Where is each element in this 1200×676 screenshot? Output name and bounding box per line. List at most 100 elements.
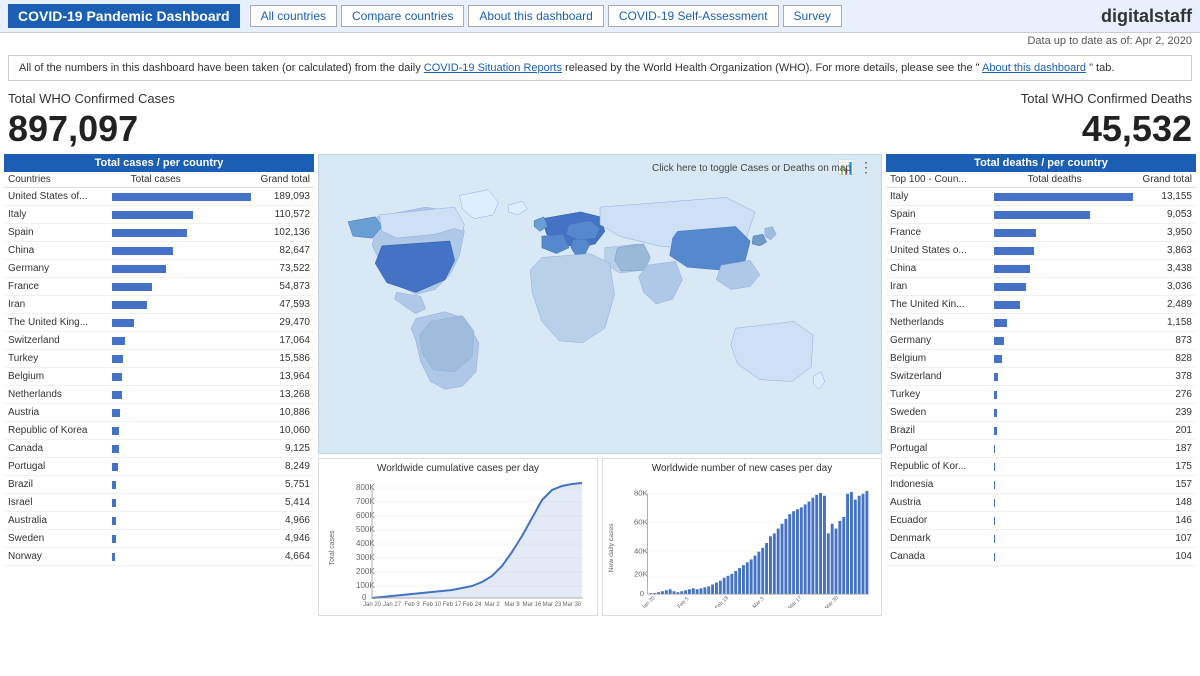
info-link-about[interactable]: About this dashboard [982, 62, 1086, 74]
country-name: Portugal [8, 461, 108, 472]
death-value: 3,950 [1137, 227, 1192, 238]
table-row: Belgium 828 [886, 350, 1196, 368]
svg-text:600K: 600K [356, 511, 375, 520]
country-name: Turkey [890, 389, 990, 400]
case-value: 5,751 [255, 479, 310, 490]
tab-survey[interactable]: Survey [783, 5, 842, 27]
svg-text:Feb 10: Feb 10 [423, 602, 442, 608]
table-row: Netherlands 1,158 [886, 314, 1196, 332]
table-row: Turkey 15,586 [4, 350, 314, 368]
left-table-col-headers: Countries Total cases Grand total [4, 172, 314, 188]
svg-text:Mar 2: Mar 2 [484, 602, 500, 608]
info-text-mid: released by the World Health Organizatio… [565, 62, 980, 74]
case-value: 82,647 [255, 245, 310, 256]
tab-about[interactable]: About this dashboard [468, 5, 603, 27]
bar-inner [994, 535, 995, 543]
bar-inner [112, 229, 187, 237]
death-value: 3,438 [1137, 263, 1192, 274]
country-name: United States of... [8, 191, 108, 202]
svg-text:200K: 200K [356, 567, 375, 576]
dashboard-title: COVID-19 Pandemic Dashboard [8, 4, 240, 28]
left-table-header: Total cases / per country [4, 154, 314, 172]
svg-text:60K: 60K [634, 518, 649, 527]
total-deaths-value: 45,532 [1021, 108, 1192, 150]
svg-text:Mar 9: Mar 9 [504, 602, 520, 608]
case-value: 5,414 [255, 497, 310, 508]
svg-text:Jan 20: Jan 20 [363, 602, 382, 608]
death-value: 201 [1137, 425, 1192, 436]
svg-text:80K: 80K [634, 489, 649, 498]
case-value: 10,886 [255, 407, 310, 418]
bar-cell [108, 283, 255, 291]
bar-inner [112, 391, 122, 399]
bar-cell [108, 301, 255, 309]
chart2-title: Worldwide number of new cases per day [607, 463, 877, 474]
case-value: 9,125 [255, 443, 310, 454]
bar-inner [994, 409, 997, 417]
bar-cell [990, 427, 1137, 435]
tab-compare[interactable]: Compare countries [341, 5, 464, 27]
country-name: Ecuador [890, 515, 990, 526]
bar-cell [108, 229, 255, 237]
bar-cell [990, 463, 1137, 471]
bar-cell [990, 373, 1137, 381]
country-name: Republic of Kor... [890, 461, 990, 472]
death-value: 9,053 [1137, 209, 1192, 220]
country-name: China [8, 245, 108, 256]
bar-inner [994, 463, 995, 471]
case-value: 4,664 [255, 551, 310, 562]
country-name: Spain [890, 209, 990, 220]
svg-text:20K: 20K [634, 570, 649, 579]
bar-inner [994, 499, 995, 507]
table-row: Republic of Kor... 175 [886, 458, 1196, 476]
bar-inner [994, 301, 1020, 309]
svg-text:Mar 30: Mar 30 [824, 595, 840, 608]
case-value: 8,249 [255, 461, 310, 472]
table-row: Australia 4,966 [4, 512, 314, 530]
new-cases-chart: Worldwide number of new cases per day 80… [602, 458, 882, 616]
case-value: 110,572 [255, 209, 310, 220]
bar-inner [994, 265, 1030, 273]
bar-inner [112, 373, 122, 381]
bar-cell [990, 517, 1137, 525]
tab-all-countries[interactable]: All countries [250, 5, 337, 27]
tab-self-assessment[interactable]: COVID-19 Self-Assessment [608, 5, 779, 27]
table-row: Switzerland 17,064 [4, 332, 314, 350]
bar-inner [112, 481, 116, 489]
svg-text:0: 0 [362, 593, 367, 602]
death-value: 148 [1137, 497, 1192, 508]
case-value: 4,966 [255, 515, 310, 526]
more-icon[interactable]: ⋮ [859, 159, 873, 176]
country-name: Switzerland [890, 371, 990, 382]
left-table: Total cases / per country Countries Tota… [4, 154, 314, 616]
bar-inner [112, 409, 120, 417]
table-row: United States of... 189,093 [4, 188, 314, 206]
country-name: Netherlands [8, 389, 108, 400]
map-area: 📊 ⋮ Click here to toggle Cases or Deaths… [318, 154, 882, 454]
country-name: The United King... [8, 317, 108, 328]
info-link-situation-reports[interactable]: COVID-19 Situation Reports [424, 62, 562, 74]
death-value: 378 [1137, 371, 1192, 382]
country-name: Turkey [8, 353, 108, 364]
bar-cell [108, 355, 255, 363]
country-name: Denmark [890, 533, 990, 544]
table-row: Spain 9,053 [886, 206, 1196, 224]
table-row: France 3,950 [886, 224, 1196, 242]
map-toggle-label[interactable]: Click here to toggle Cases or Deaths on … [652, 163, 851, 174]
bar-inner [112, 283, 152, 291]
country-name: Germany [8, 263, 108, 274]
country-name: Iran [890, 281, 990, 292]
country-name: China [890, 263, 990, 274]
bar-inner [994, 211, 1090, 219]
country-name: Indonesia [890, 479, 990, 490]
brand-logo: digitalstaff [1081, 6, 1192, 27]
death-value: 146 [1137, 515, 1192, 526]
country-name: Italy [890, 191, 990, 202]
bar-cell [990, 445, 1137, 453]
bar-inner [112, 247, 173, 255]
left-col3: Grand total [261, 174, 310, 185]
table-row: Israel 5,414 [4, 494, 314, 512]
total-deaths-block: Total WHO Confirmed Deaths 45,532 [1021, 91, 1192, 150]
bar-inner [112, 265, 166, 273]
left-col1: Countries [8, 174, 51, 185]
